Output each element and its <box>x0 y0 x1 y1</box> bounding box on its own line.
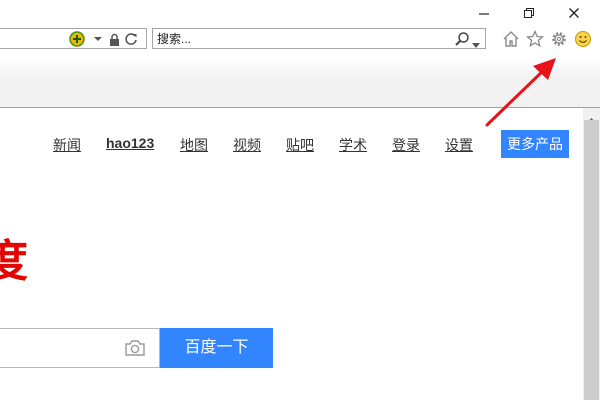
favorites-bar <box>0 58 600 80</box>
scrollbar-thumb[interactable] <box>584 120 599 400</box>
baidu-search-button[interactable]: 百度一下 <box>160 328 273 368</box>
baidu-logo: 度 <box>0 236 28 287</box>
restore-button[interactable] <box>518 4 540 22</box>
minimize-button[interactable] <box>473 4 495 22</box>
home-icon[interactable] <box>501 29 521 49</box>
nav-link-settings[interactable]: 设置 <box>445 135 473 155</box>
nav-link-hao123[interactable]: hao123 <box>106 135 154 151</box>
nav-link-xueshu[interactable]: 学术 <box>339 135 367 155</box>
nav-link-tieba[interactable]: 贴吧 <box>286 135 314 155</box>
address-bar[interactable] <box>0 28 147 49</box>
search-dropdown-icon[interactable] <box>472 36 480 54</box>
refresh-icon[interactable] <box>124 31 138 47</box>
nav-link-news[interactable]: 新闻 <box>53 135 81 155</box>
page-scrollbar[interactable] <box>583 108 600 400</box>
lock-icon[interactable] <box>108 31 121 47</box>
camera-icon[interactable] <box>124 339 146 362</box>
nav-link-video[interactable]: 视频 <box>233 135 261 155</box>
nav-link-map[interactable]: 地图 <box>180 135 208 155</box>
baidu-search-input[interactable] <box>0 328 160 368</box>
smiley-feedback-icon[interactable] <box>573 29 593 49</box>
compat-view-icon[interactable] <box>68 31 86 47</box>
close-icon <box>569 8 579 18</box>
baidu-page: 新闻 hao123 地图 视频 贴吧 学术 登录 设置 更多产品 度 百度一下 <box>0 108 583 400</box>
search-icon[interactable] <box>454 31 470 52</box>
close-button[interactable] <box>563 4 585 22</box>
settings-gear-icon[interactable] <box>549 29 569 49</box>
tab-strip <box>0 80 600 107</box>
search-input[interactable] <box>157 30 447 47</box>
nav-link-login[interactable]: 登录 <box>392 135 420 155</box>
address-dropdown-icon[interactable] <box>93 31 103 47</box>
restore-icon <box>524 8 534 18</box>
more-products-button[interactable]: 更多产品 <box>501 130 569 158</box>
browser-search-box[interactable] <box>152 28 486 49</box>
favorites-star-icon[interactable] <box>525 29 545 49</box>
browser-chrome <box>0 0 600 108</box>
minimize-icon <box>479 13 489 15</box>
